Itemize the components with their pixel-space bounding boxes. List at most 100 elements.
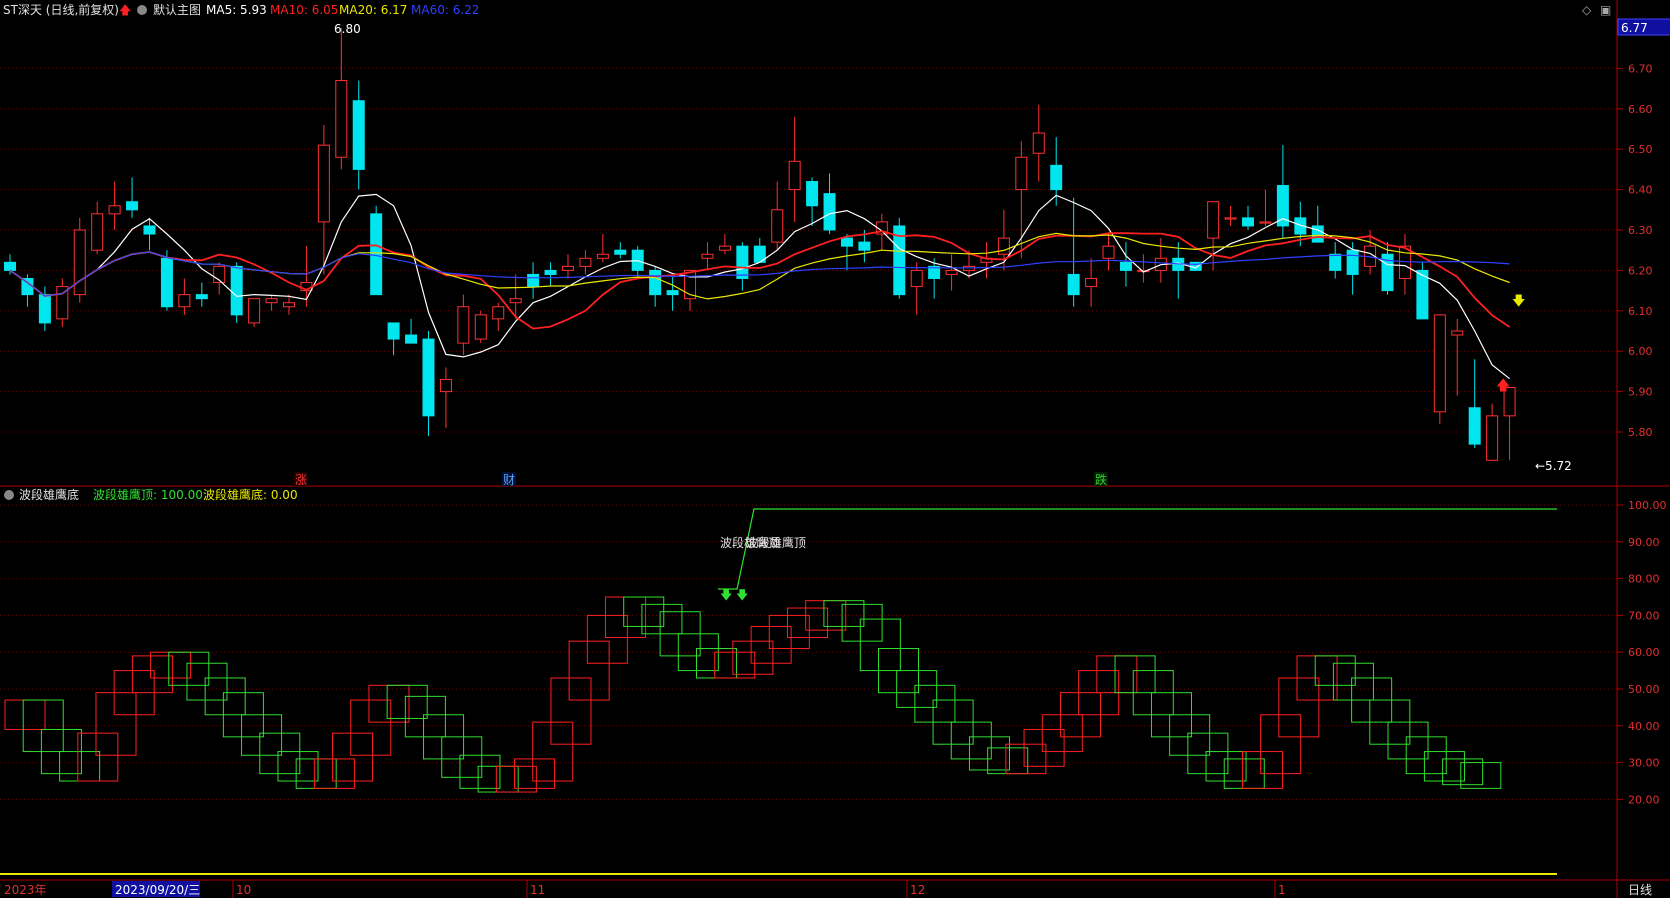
price-tick-label: 5.80	[1628, 426, 1653, 439]
indicator-tick-label: 40.00	[1628, 720, 1660, 733]
candle-body	[1015, 156, 1028, 191]
indicator-tick-label: 30.00	[1628, 757, 1660, 770]
price-tick-label: 5.90	[1628, 386, 1653, 399]
month-label: 12	[910, 883, 925, 897]
candle-body	[736, 245, 749, 279]
candle-body	[614, 249, 627, 255]
high-price-label: 6.80	[334, 22, 361, 36]
candlestick	[1416, 262, 1429, 320]
candle-body	[596, 253, 609, 259]
candle-body	[1050, 164, 1063, 191]
candle-body	[701, 253, 714, 259]
candle-body	[649, 269, 662, 296]
candle-body	[771, 209, 784, 243]
candle-body	[317, 144, 330, 223]
collapse-icon[interactable]: ▣	[1600, 3, 1611, 17]
period-label[interactable]: 日线	[1628, 883, 1652, 897]
candlestick	[370, 205, 383, 296]
candle-body	[352, 100, 365, 170]
candle-body	[806, 181, 819, 207]
candlestick	[1433, 314, 1446, 424]
candle-body	[230, 265, 243, 316]
price-tick-label: 6.70	[1628, 62, 1653, 75]
current-price-value: 6.77	[1621, 21, 1648, 35]
price-tick-label: 6.40	[1628, 184, 1653, 197]
dropdown-circle-icon[interactable]	[4, 490, 14, 500]
signal-down-arrow-icon: 🡇	[720, 588, 732, 602]
candle-body	[840, 237, 853, 247]
candle-body	[1486, 415, 1499, 461]
indicator-tick-label: 50.00	[1628, 683, 1660, 696]
indicator-title[interactable]: 波段雄鹰底	[19, 487, 79, 502]
candle-body	[544, 269, 557, 275]
candle-body	[1067, 273, 1080, 296]
candle-body	[108, 205, 121, 215]
cursor-date: 2023/09/20/三	[115, 883, 200, 897]
candle-body	[265, 298, 278, 304]
candle-body	[1416, 269, 1429, 320]
indicator-note-overlap: 波段雄鹰顶	[746, 535, 806, 550]
chart-background	[0, 0, 1670, 898]
candle-body	[1451, 330, 1464, 336]
candle-body	[405, 334, 418, 344]
candle-body	[38, 294, 51, 324]
stock-title[interactable]: ST深天 (日线,前复权)	[3, 2, 119, 17]
stock-chart[interactable]: ST深天 (日线,前复权) 🡅 默认主图 MA5: 5.93 MA10: 6.0…	[0, 0, 1670, 898]
dropdown-circle-icon[interactable]	[137, 5, 147, 15]
candle-body	[4, 261, 16, 271]
candle-body	[160, 257, 173, 308]
candle-body	[387, 322, 400, 340]
candle-body	[1259, 221, 1272, 224]
candle-body	[335, 80, 348, 158]
candle-body	[858, 241, 871, 251]
candlestick	[474, 310, 487, 344]
candle-body	[457, 306, 470, 344]
candle-body	[91, 213, 104, 251]
candle-body	[73, 229, 86, 296]
template-name[interactable]: 默认主图	[153, 2, 201, 17]
candle-body	[509, 298, 522, 304]
candle-body	[1346, 249, 1359, 275]
month-label: 1	[1278, 883, 1286, 897]
ma5-value: MA5: 5.93	[206, 3, 267, 17]
indicator-tick-label: 80.00	[1628, 573, 1660, 586]
candle-body	[1032, 132, 1045, 154]
candle-body	[282, 302, 295, 308]
month-label: 10	[236, 883, 251, 897]
sell-signal-arrow-icon: 🡇	[1512, 294, 1525, 309]
indicator-tick-label: 100.00	[1628, 499, 1667, 512]
indicator-tick-label: 60.00	[1628, 646, 1660, 659]
candle-body	[248, 298, 261, 324]
candle-body	[1224, 217, 1237, 220]
signal-down-arrow-icon: 🡇	[736, 588, 748, 602]
candle-body	[910, 269, 923, 288]
indicator-tick-label: 70.00	[1628, 609, 1660, 622]
diamond-icon[interactable]: ◇	[1582, 3, 1592, 17]
indicator-bottom-value: 波段雄鹰底: 0.00	[203, 487, 298, 502]
buy-signal-arrow-icon: 🡅	[1496, 378, 1510, 394]
candlestick	[160, 250, 173, 311]
low-price-label: ←5.72	[1535, 459, 1572, 473]
candle-body	[1242, 217, 1255, 227]
price-tick-label: 6.30	[1628, 224, 1653, 237]
event-marker-up[interactable]: 涨	[295, 472, 307, 487]
candle-body	[1329, 253, 1342, 271]
candle-body	[945, 269, 958, 275]
up-arrow-icon[interactable]: 🡅	[119, 3, 131, 17]
event-marker-down[interactable]: 跌	[1095, 472, 1107, 487]
indicator-tick-label: 90.00	[1628, 536, 1660, 549]
candlestick	[248, 298, 261, 327]
ma60-value: MA60: 6.22	[411, 3, 479, 17]
candle-body	[1119, 261, 1132, 271]
candle-body	[561, 265, 574, 271]
event-marker-finance[interactable]: 财	[503, 473, 515, 487]
candle-body	[823, 193, 836, 231]
indicator-top-value: 波段雄鹰顶: 100.00	[93, 487, 203, 502]
candle-body	[143, 225, 156, 235]
candlestick	[893, 217, 906, 299]
candle-body	[718, 245, 731, 251]
candlestick	[73, 217, 86, 303]
indicator-tick-label: 20.00	[1628, 793, 1660, 806]
candle-body	[1085, 277, 1098, 288]
ma20-value: MA20: 6.17	[339, 3, 407, 17]
